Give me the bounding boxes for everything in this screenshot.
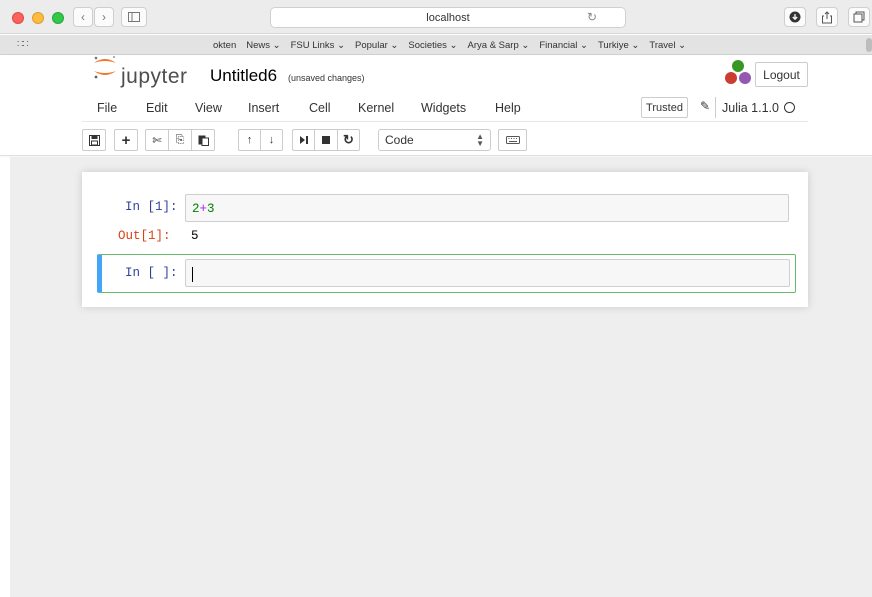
bookmarks-bar: ∷∷ okten News ⌄ FSU Links ⌄ Popular ⌄ So… [0, 35, 872, 55]
logout-button[interactable]: Logout [755, 62, 808, 87]
address-bar[interactable]: localhost ↻ [270, 7, 626, 28]
move-up-button[interactable]: ↑ [238, 129, 260, 151]
cell-type-select[interactable]: Code ▲ ▼ [378, 129, 491, 151]
text-cursor [192, 267, 193, 282]
kernel-logo-icon [725, 60, 751, 84]
bookmark-item[interactable]: Turkiye ⌄ [598, 40, 639, 51]
stop-icon [322, 136, 330, 144]
bookmark-item[interactable]: okten [213, 40, 236, 51]
zoom-window-button[interactable] [52, 12, 64, 24]
sidebar-toggle-button[interactable] [121, 7, 147, 27]
jupyter-wordmark: jupyter [121, 65, 188, 88]
code-token: 3 [207, 202, 215, 216]
arrow-down-icon: ↓ [268, 134, 275, 146]
insert-cell-button[interactable]: + [114, 129, 138, 151]
cell-output-prompt: Out[1]: [118, 229, 171, 243]
arrow-up-icon: ↑ [246, 134, 253, 146]
code-cell-input[interactable]: 2+3 [185, 194, 789, 222]
restart-icon: ↻ [343, 132, 354, 147]
move-down-button[interactable]: ↓ [260, 129, 283, 151]
menu-help[interactable]: Help [495, 101, 521, 115]
scissors-icon: ✄ [152, 134, 162, 147]
downloads-button[interactable] [784, 7, 806, 27]
share-button[interactable] [816, 7, 838, 27]
sidebar-icon [128, 12, 140, 22]
select-arrows-icon: ▲ ▼ [476, 132, 484, 148]
command-palette-button[interactable] [498, 129, 527, 151]
save-button[interactable] [82, 129, 106, 151]
bookmark-item[interactable]: News ⌄ [246, 40, 280, 51]
apps-grid-icon[interactable]: ∷∷ [17, 39, 29, 50]
move-group: ↑ ↓ [238, 129, 283, 151]
menu-edit[interactable]: Edit [146, 101, 168, 115]
code-cell-input-active[interactable] [185, 259, 790, 287]
kernel-name: Julia 1.1.0 [722, 100, 779, 115]
menu-file[interactable]: File [97, 101, 117, 115]
url-text: localhost [426, 11, 470, 24]
bookmark-item[interactable]: FSU Links ⌄ [291, 40, 345, 51]
bookmark-item[interactable]: Arya & Sarp ⌄ [468, 40, 530, 51]
kernel-indicator: Julia 1.1.0 [715, 97, 795, 118]
trusted-indicator[interactable]: Trusted [641, 97, 688, 118]
tabs-icon [853, 11, 865, 23]
keyboard-icon [505, 136, 520, 144]
browser-titlebar: ‹ › localhost ↻ [0, 0, 872, 34]
floppy-disk-icon [88, 134, 100, 146]
copy-icon: ⎘ [175, 133, 185, 146]
reload-icon[interactable]: ↻ [587, 10, 597, 24]
forward-button[interactable]: › [94, 7, 114, 27]
interrupt-button[interactable] [314, 129, 337, 151]
cell-input-prompt: In [1]: [125, 200, 178, 214]
notebook-title[interactable]: Untitled6 [210, 66, 277, 86]
tabs-overview-button[interactable] [848, 7, 870, 27]
copy-button[interactable]: ⎘ [168, 129, 191, 151]
menu-view[interactable]: View [195, 101, 222, 115]
menu-insert[interactable]: Insert [248, 101, 279, 115]
bookmark-item[interactable]: Financial ⌄ [539, 40, 588, 51]
kernel-status-idle-icon [783, 102, 795, 113]
run-button[interactable] [292, 129, 314, 151]
download-icon [789, 11, 801, 23]
menu-kernel[interactable]: Kernel [358, 101, 394, 115]
close-window-button[interactable] [12, 12, 24, 24]
minimize-window-button[interactable] [32, 12, 44, 24]
restart-button[interactable]: ↻ [337, 129, 360, 151]
bookmark-list: okten News ⌄ FSU Links ⌄ Popular ⌄ Socie… [213, 40, 686, 51]
code-token: 2 [192, 202, 200, 216]
code-token: + [199, 202, 208, 216]
cell-input-prompt: In [ ]: [125, 266, 178, 280]
cut-button[interactable]: ✄ [145, 129, 168, 151]
paste-icon [198, 135, 209, 146]
chevron-left-icon: ‹ [81, 10, 85, 24]
bookmarks-overflow[interactable] [866, 38, 872, 52]
paste-button[interactable] [191, 129, 215, 151]
share-icon [822, 10, 832, 23]
step-forward-icon [299, 136, 308, 144]
plus-icon: + [121, 131, 131, 149]
clipboard-group: ✄ ⎘ [145, 129, 215, 151]
chevron-right-icon: › [102, 10, 106, 24]
save-status: (unsaved changes) [288, 73, 365, 83]
menu-cell[interactable]: Cell [309, 101, 331, 115]
run-group: ↻ [292, 129, 360, 151]
jupyter-logo-icon[interactable] [92, 54, 118, 80]
cell-output: 5 [191, 229, 199, 243]
back-button[interactable]: ‹ [73, 7, 93, 27]
bookmark-item[interactable]: Societies ⌄ [408, 40, 457, 51]
pencil-icon[interactable]: ✎ [700, 99, 710, 113]
bookmark-item[interactable]: Travel ⌄ [649, 40, 686, 51]
cell-type-value: Code [385, 133, 414, 147]
bookmark-item[interactable]: Popular ⌄ [355, 40, 398, 51]
menu-widgets[interactable]: Widgets [421, 101, 466, 115]
